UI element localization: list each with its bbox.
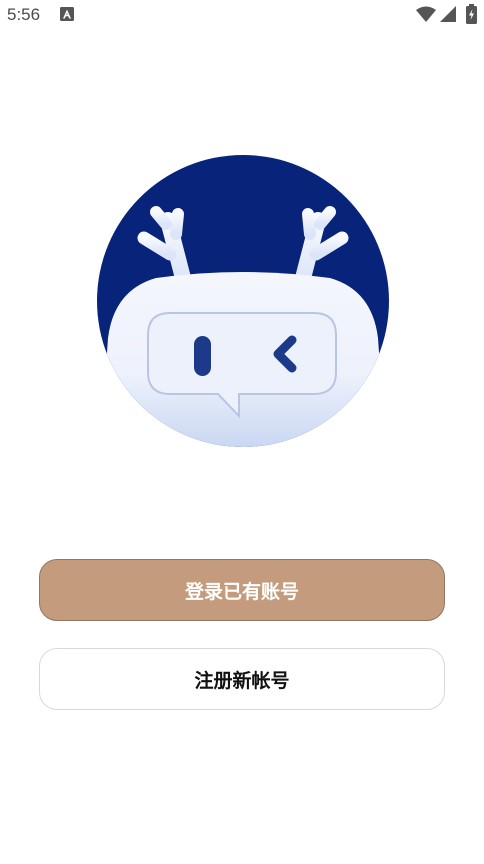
notification-a-icon — [60, 7, 74, 21]
login-existing-account-button[interactable]: 登录已有账号 — [39, 559, 445, 621]
status-bar: 5:56 — [0, 0, 484, 30]
signal-icon — [440, 6, 456, 22]
left-eye-icon — [194, 336, 211, 376]
register-new-account-button[interactable]: 注册新帐号 — [39, 648, 445, 710]
battery-charging-icon — [466, 4, 477, 24]
wifi-icon — [416, 6, 436, 22]
status-time: 5:56 — [7, 5, 41, 24]
robot-deer-logo — [97, 155, 389, 447]
